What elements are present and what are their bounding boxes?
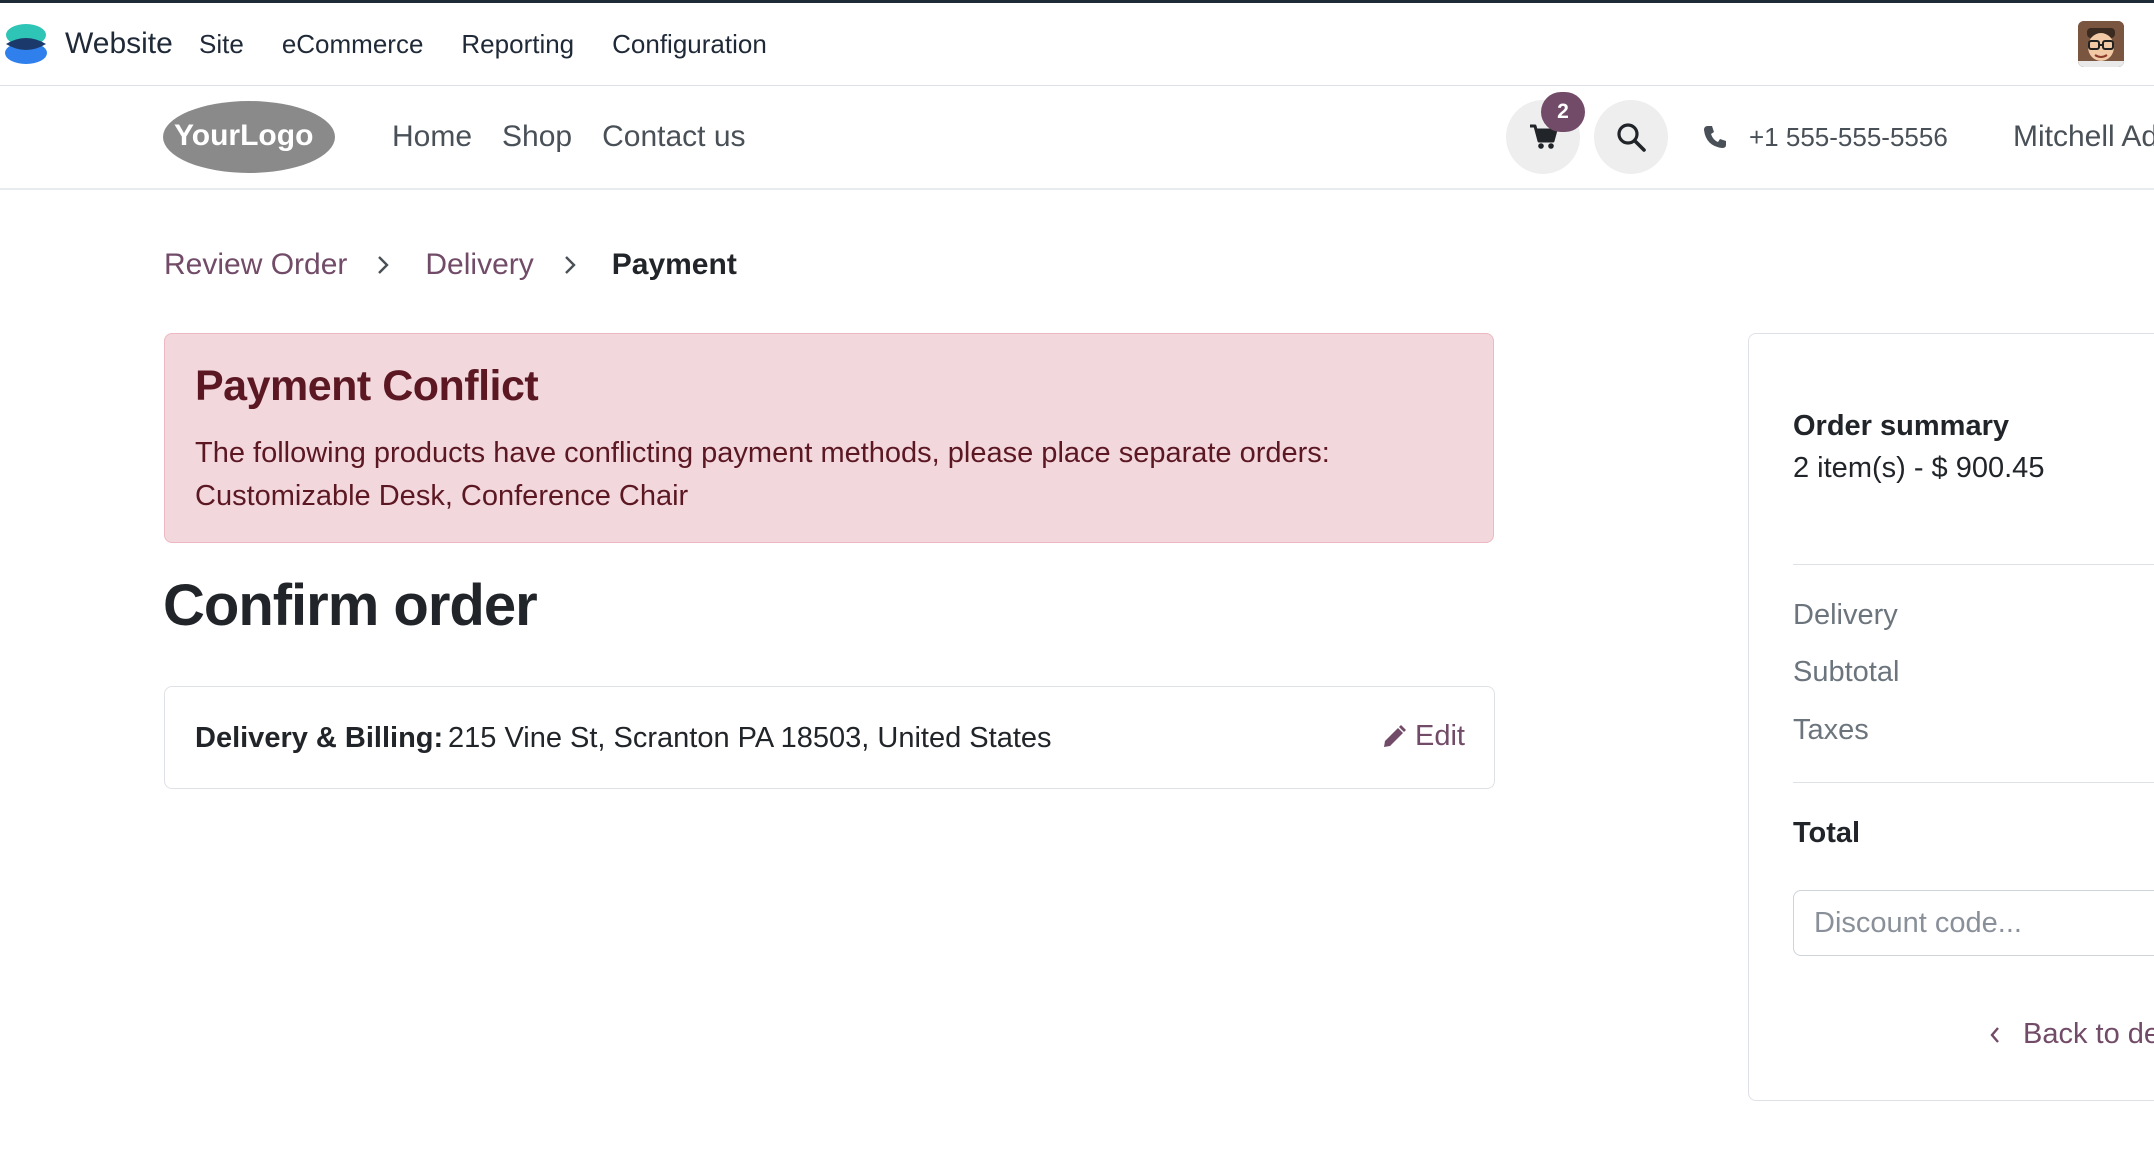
breadcrumb-payment: Payment	[611, 248, 737, 281]
summary-title: Order summary	[1793, 410, 2009, 442]
breadcrumb-delivery[interactable]: Delivery	[425, 248, 533, 282]
back-to-delivery-link[interactable]: Back to de	[1987, 1018, 2154, 1051]
website-header: YourLogo Home Shop Contact us 2 +1 555-5…	[0, 86, 2154, 190]
alert-title: Payment Conflict	[195, 362, 539, 410]
discount-code-input[interactable]	[1793, 890, 2154, 956]
summary-delivery-label: Delivery	[1793, 599, 1898, 631]
phone-icon	[1704, 126, 1726, 148]
divider	[1793, 564, 2154, 565]
menu-site[interactable]: Site	[199, 29, 244, 60]
summary-total-label: Total	[1793, 817, 1861, 849]
edit-address-link[interactable]: Edit	[1381, 720, 1465, 753]
user-menu[interactable]: Mitchell Ad	[2013, 120, 2154, 154]
backend-menu: Site eCommerce Reporting Configuration	[199, 29, 805, 60]
app-name[interactable]: Website	[65, 27, 173, 61]
breadcrumb-review-order[interactable]: Review Order	[164, 248, 347, 282]
menu-ecommerce[interactable]: eCommerce	[282, 29, 424, 60]
alert-message: The following products have conflicting …	[195, 437, 1330, 512]
order-summary-panel: Order summary 2 item(s) - $ 900.45 Deliv…	[1748, 333, 2154, 1101]
divider	[1793, 782, 2154, 783]
chevron-right-icon	[564, 256, 576, 274]
nav-home[interactable]: Home	[392, 120, 472, 154]
summary-subtotal-label: Subtotal	[1793, 656, 1900, 688]
menu-reporting[interactable]: Reporting	[461, 29, 574, 60]
backend-navbar: Website Site eCommerce Reporting Configu…	[0, 3, 2154, 86]
website-app-icon[interactable]	[2, 20, 50, 68]
address-label: Delivery & Billing:	[195, 722, 444, 754]
pencil-icon	[1384, 724, 1406, 747]
summary-taxes-label: Taxes	[1793, 714, 1869, 746]
back-link-label: Back to de	[2023, 1018, 2154, 1050]
delivery-billing-card: Delivery & Billing: 215 Vine St, Scranto…	[164, 686, 1495, 789]
chevron-left-icon	[1990, 1026, 1999, 1043]
address-value: 215 Vine St, Scranton PA 18503, United S…	[448, 722, 1052, 754]
nav-contact-us[interactable]: Contact us	[602, 120, 745, 154]
search-button[interactable]	[1594, 100, 1668, 174]
user-avatar[interactable]	[2078, 21, 2124, 67]
phone-number[interactable]: +1 555-555-5556	[1749, 122, 1948, 153]
menu-configuration[interactable]: Configuration	[612, 29, 767, 60]
cart-count-badge: 2	[1541, 92, 1585, 132]
chevron-right-icon	[378, 256, 390, 274]
page-title: Confirm order	[163, 573, 538, 638]
site-nav: Home Shop Contact us	[392, 120, 776, 154]
svg-text:YourLogo: YourLogo	[174, 119, 313, 152]
checkout-breadcrumb: Review Order Delivery Payment	[164, 248, 737, 282]
payment-conflict-alert: Payment Conflict The following products …	[164, 333, 1494, 543]
site-logo[interactable]: YourLogo	[162, 100, 336, 174]
edit-label: Edit	[1415, 720, 1465, 752]
nav-shop[interactable]: Shop	[502, 120, 572, 154]
search-icon	[1617, 123, 1646, 152]
summary-items: 2 item(s) - $ 900.45	[1793, 452, 2045, 484]
